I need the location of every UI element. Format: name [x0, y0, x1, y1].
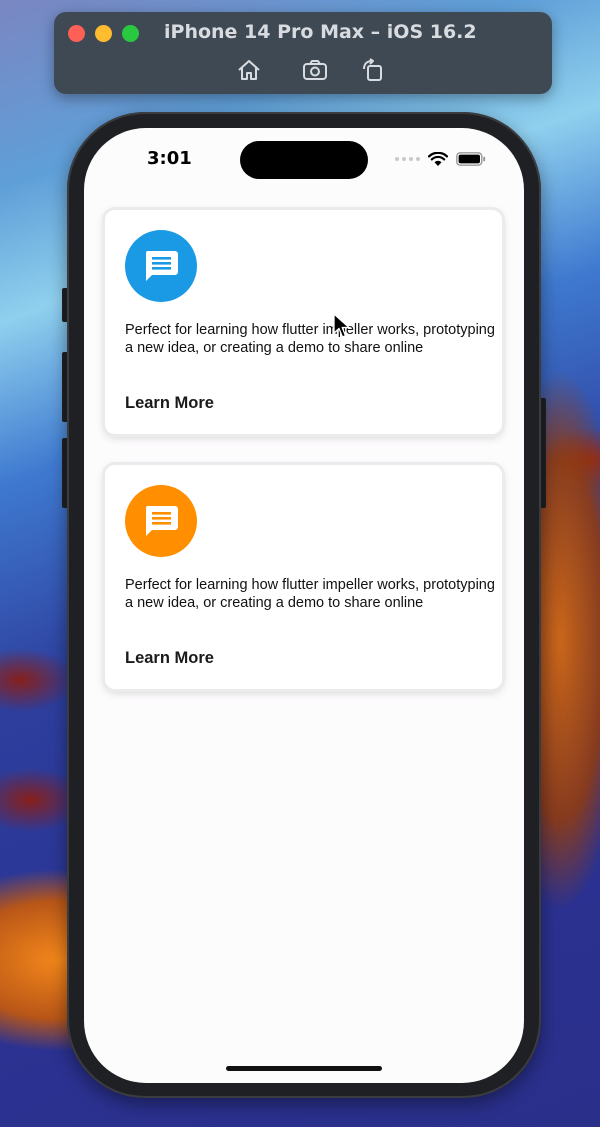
signal-dots-icon	[395, 157, 420, 161]
home-button[interactable]	[236, 58, 262, 82]
card-description: Perfect for learning how flutter impelle…	[125, 577, 495, 611]
card-icon-circle	[125, 485, 197, 557]
camera-icon	[303, 60, 327, 80]
learn-more-link[interactable]: Learn More	[125, 394, 214, 413]
learn-more-link[interactable]: Learn More	[125, 649, 214, 668]
status-icons	[395, 150, 486, 168]
minimize-window-button[interactable]	[95, 25, 112, 42]
status-time: 3:01	[147, 148, 192, 169]
dynamic-island	[240, 141, 368, 179]
message-icon	[145, 506, 178, 536]
zoom-window-button[interactable]	[122, 25, 139, 42]
mouse-cursor-icon	[333, 313, 350, 338]
rotate-icon	[363, 58, 382, 81]
info-card-2: Perfect for learning how flutter impelle…	[105, 465, 502, 689]
window-title: iPhone 14 Pro Max – iOS 16.2	[164, 21, 477, 43]
device-screen: 3:01 Perfect for learning how flutter im…	[84, 128, 524, 1083]
info-card-1: Perfect for learning how flutter impelle…	[105, 210, 502, 434]
screenshot-button[interactable]	[302, 58, 328, 82]
wifi-icon	[428, 151, 448, 166]
home-icon	[238, 60, 260, 80]
close-window-button[interactable]	[68, 25, 85, 42]
battery-icon	[456, 152, 486, 166]
home-indicator[interactable]	[226, 1066, 382, 1071]
card-icon-circle	[125, 230, 197, 302]
rotate-button[interactable]	[360, 58, 386, 82]
message-icon	[145, 251, 178, 281]
card-description: Perfect for learning how flutter impelle…	[125, 322, 495, 356]
simulator-titlebar: iPhone 14 Pro Max – iOS 16.2	[54, 12, 552, 94]
